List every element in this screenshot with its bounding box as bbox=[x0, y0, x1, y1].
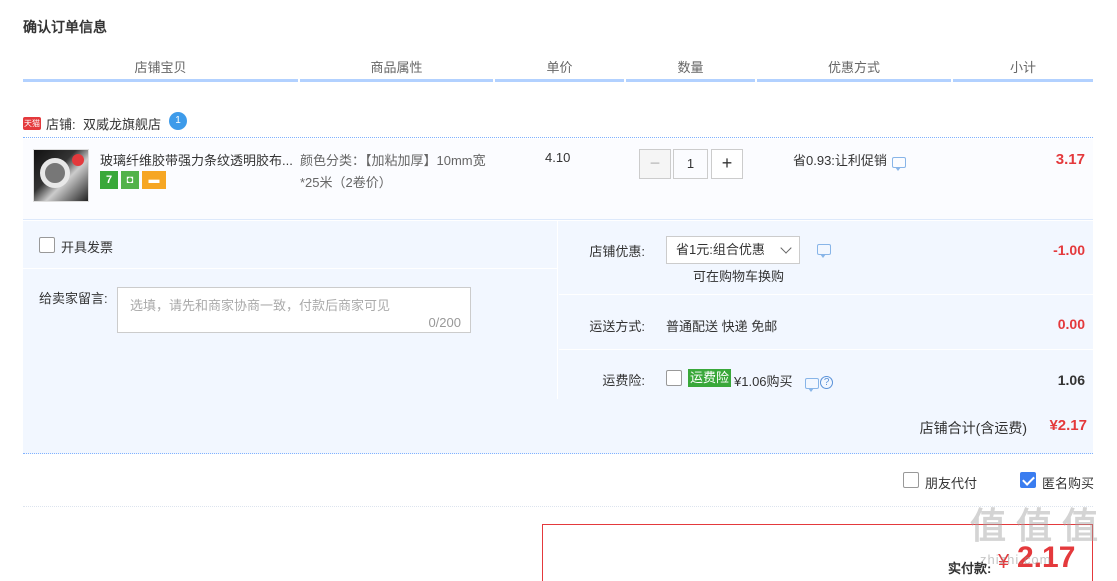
shop-discount-select[interactable]: 省1元:组合优惠 bbox=[666, 236, 800, 264]
seller-remark-textarea[interactable]: 选填，请先和商家协商一致，付款后商家可见 0/200 bbox=[117, 287, 471, 333]
insurance-offer: ¥1.06购买 ? bbox=[734, 371, 834, 392]
insurance-label: 运费险: bbox=[602, 373, 645, 388]
tmall-badge-icon: 天猫 bbox=[23, 117, 41, 130]
remark-label: 给卖家留言: bbox=[39, 291, 108, 306]
tape-roll-image bbox=[40, 158, 70, 188]
seven-day-return-icon[interactable]: 7 bbox=[100, 171, 118, 189]
credit-card-icon[interactable]: ▬ bbox=[142, 171, 166, 189]
shop-discount-row: 店铺优惠: 省1元:组合优惠 可在购物车换购 -1.00 bbox=[559, 221, 1093, 295]
friend-pay-label: 朋友代付 bbox=[925, 476, 978, 491]
column-header-quantity: 数量 bbox=[626, 58, 755, 82]
promotion-info: 省0.93:让利促销 bbox=[793, 150, 906, 171]
comment-icon[interactable] bbox=[805, 378, 820, 392]
item-subtotal: 3.17 bbox=[1055, 151, 1085, 168]
shipping-label: 运送方式: bbox=[589, 319, 645, 334]
invoice-checkbox[interactable] bbox=[39, 237, 55, 253]
comment-icon[interactable] bbox=[891, 157, 906, 171]
help-icon[interactable]: ? bbox=[820, 376, 834, 389]
column-header-row: 店铺宝贝 商品属性 单价 数量 优惠方式 小计 bbox=[23, 58, 1093, 82]
payment-label: 实付款: bbox=[948, 561, 992, 576]
shop-total-label: 店铺合计(含运费) bbox=[919, 420, 1027, 436]
page-title: 确认订单信息 bbox=[23, 19, 107, 35]
order-detail-panel: 开具发票 给卖家留言: 选填，请先和商家协商一致，付款后商家可见 0/200 店… bbox=[23, 221, 1093, 454]
shipping-amount: 0.00 bbox=[1057, 316, 1085, 332]
remark-char-counter: 0/200 bbox=[428, 315, 461, 330]
invoice-row: 开具发票 bbox=[23, 221, 558, 269]
shipping-method: 普通配送 快递 免邮 bbox=[666, 319, 778, 334]
shop-discount-selected: 省1元:组合优惠 bbox=[676, 242, 765, 257]
product-title-link[interactable]: 玻璃纤维胶带强力条纹透明胶布... bbox=[100, 150, 296, 169]
shop-total-row: 店铺合计(含运费) ¥2.17 bbox=[23, 399, 1093, 454]
shipping-row: 运送方式: 普通配送 快递 免邮 0.00 bbox=[559, 296, 1093, 350]
promotion-text: 省0.93:让利促销 bbox=[793, 153, 887, 168]
anonymous-checkbox[interactable] bbox=[1020, 472, 1036, 488]
guarantee-icon[interactable]: ◘ bbox=[121, 171, 139, 189]
column-header-discount: 优惠方式 bbox=[757, 58, 951, 82]
service-icons: 7 ◘ ▬ bbox=[100, 171, 169, 189]
order-options-row: 朋友代付 匿名购买 bbox=[23, 455, 1095, 507]
column-header-subtotal: 小计 bbox=[953, 58, 1093, 82]
left-panel: 开具发票 给卖家留言: 选填，请先和商家协商一致，付款后商家可见 0/200 bbox=[23, 221, 558, 399]
shop-line: 天猫 店铺: 双威龙旗舰店 1 bbox=[23, 110, 1093, 138]
unit-price: 4.10 bbox=[545, 150, 571, 165]
quantity-input[interactable]: 1 bbox=[673, 149, 708, 179]
column-header-shop-item: 店铺宝贝 bbox=[23, 58, 298, 82]
thumbnail-tag-icon bbox=[72, 154, 84, 166]
payment-amount: 2.17 bbox=[1017, 541, 1076, 574]
insurance-row: 运费险: 运费险 ¥1.06购买 ? 1.06 bbox=[559, 351, 1093, 399]
insurance-price: ¥1.06购买 bbox=[734, 374, 793, 389]
quantity-increase-button[interactable]: + bbox=[711, 149, 743, 179]
shop-discount-note: 可在购物车换购 bbox=[693, 269, 785, 284]
friend-pay-checkbox[interactable] bbox=[903, 472, 919, 488]
invoice-label: 开具发票 bbox=[61, 240, 114, 255]
chevron-down-icon bbox=[780, 242, 792, 254]
anonymous-label: 匿名购买 bbox=[1042, 476, 1095, 491]
chat-bubble-icon[interactable]: 1 bbox=[169, 112, 187, 130]
payment-summary-box: 实付款: ¥ 2.17 bbox=[542, 524, 1093, 581]
comment-icon[interactable] bbox=[817, 244, 831, 258]
insurance-checkbox[interactable] bbox=[666, 370, 682, 386]
column-header-unit-price: 单价 bbox=[495, 58, 624, 82]
insurance-badge: 运费险 bbox=[688, 369, 732, 387]
shop-prefix: 店铺: bbox=[46, 117, 76, 132]
quantity-decrease-button[interactable]: − bbox=[639, 149, 671, 179]
product-attributes: 颜色分类：【加粘加厚】10mm宽*25米（2卷价） bbox=[300, 153, 486, 190]
shop-discount-label: 店铺优惠: bbox=[589, 244, 645, 259]
column-header-attributes: 商品属性 bbox=[300, 58, 493, 82]
shop-total-value: ¥2.17 bbox=[1049, 417, 1087, 434]
insurance-amount: 1.06 bbox=[1057, 372, 1085, 388]
payment-currency: ¥ bbox=[998, 551, 1010, 573]
shop-discount-amount: -1.00 bbox=[1053, 242, 1085, 258]
remark-placeholder: 选填，请先和商家协商一致，付款后商家可见 bbox=[130, 298, 391, 313]
shop-name-link[interactable]: 双威龙旗舰店 bbox=[83, 114, 161, 133]
product-thumbnail[interactable] bbox=[33, 149, 89, 202]
order-item-row: 玻璃纤维胶带强力条纹透明胶布... 7 ◘ ▬ 颜色分类：【加粘加厚】10mm宽*2… bbox=[23, 139, 1093, 220]
